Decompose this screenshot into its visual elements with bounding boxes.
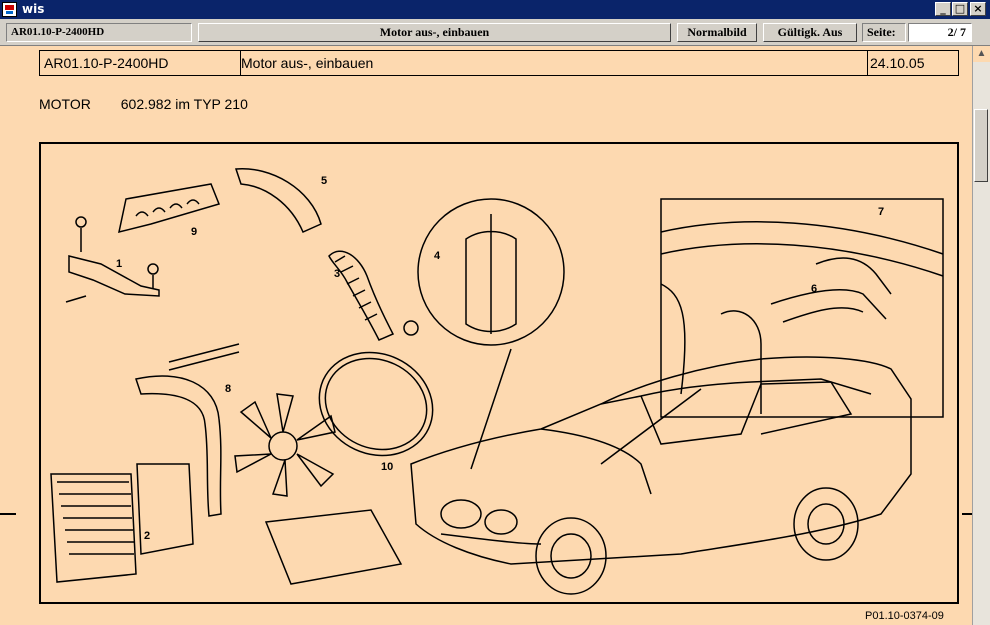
close-button[interactable]: × bbox=[970, 2, 986, 16]
part-9-cover bbox=[118, 183, 221, 234]
figure-reference: P01.10-0374-09 bbox=[865, 610, 944, 622]
part-5-intake-pipe bbox=[234, 168, 322, 233]
front-wheel bbox=[535, 517, 607, 595]
part-10-belt bbox=[318, 351, 434, 457]
callout-9: 9 bbox=[191, 226, 197, 238]
page-label: Seite: bbox=[862, 23, 906, 42]
callout-3: 3 bbox=[334, 268, 340, 280]
app-icon bbox=[2, 2, 17, 17]
scroll-up-icon[interactable]: ▲ bbox=[973, 46, 990, 62]
scrollbar-thumb[interactable] bbox=[974, 109, 988, 182]
callout-8: 8 bbox=[225, 383, 231, 395]
document-header-table: AR01.10-P-2400HD Motor aus-, einbauen 24… bbox=[39, 50, 959, 76]
motor-spec: 602.982 im TYP 210 bbox=[120, 96, 248, 112]
document-id-field: AR01.10-P-2400HD bbox=[6, 23, 192, 42]
callout-5: 5 bbox=[321, 175, 327, 187]
right-margin-mark bbox=[962, 513, 972, 515]
part-3-hose bbox=[328, 250, 395, 341]
page-number-field[interactable]: 2/ 7 bbox=[908, 23, 972, 42]
callout-10: 10 bbox=[381, 461, 393, 473]
motor-line: MOTOR 602.982 im TYP 210 bbox=[39, 96, 248, 112]
callout-4: 4 bbox=[434, 250, 441, 262]
left-margin-mark bbox=[0, 513, 16, 515]
toolbar: AR01.10-P-2400HD Motor aus-, einbauen No… bbox=[0, 19, 990, 46]
part-8-hose bbox=[135, 375, 222, 517]
window-title: wis bbox=[22, 2, 45, 16]
callout-7: 7 bbox=[878, 206, 884, 218]
vertical-scrollbar[interactable]: ▲ bbox=[972, 46, 990, 625]
callout-6: 6 bbox=[811, 283, 817, 295]
motor-label: MOTOR bbox=[39, 96, 91, 112]
normalbild-button[interactable]: Normalbild bbox=[677, 23, 757, 42]
fan-hub bbox=[268, 431, 298, 461]
engine-removal-figure: 1 2 3 4 5 6 7 8 9 10 bbox=[39, 142, 959, 604]
header-doc-id: AR01.10-P-2400HD bbox=[40, 51, 241, 75]
window-titlebar: wis _ □ × bbox=[0, 0, 990, 19]
header-doc-title: Motor aus-, einbauen bbox=[236, 51, 868, 75]
minimize-button[interactable]: _ bbox=[935, 2, 951, 16]
document-content: AR01.10-P-2400HD Motor aus-, einbauen 24… bbox=[0, 46, 972, 625]
part-2-radiator bbox=[50, 473, 137, 583]
callout-2: 2 bbox=[144, 530, 150, 542]
engine-illustration: 1 2 3 4 5 6 7 8 9 10 bbox=[50, 168, 944, 595]
part-1-bracket bbox=[68, 255, 160, 297]
document-title-field: Motor aus-, einbauen bbox=[198, 23, 671, 42]
gueltigkeit-button[interactable]: Gültigk. Aus bbox=[763, 23, 857, 42]
header-doc-date: 24.10.05 bbox=[870, 55, 925, 71]
maximize-button[interactable]: □ bbox=[952, 2, 968, 16]
callout-1: 1 bbox=[116, 258, 122, 270]
undershield bbox=[264, 509, 403, 585]
